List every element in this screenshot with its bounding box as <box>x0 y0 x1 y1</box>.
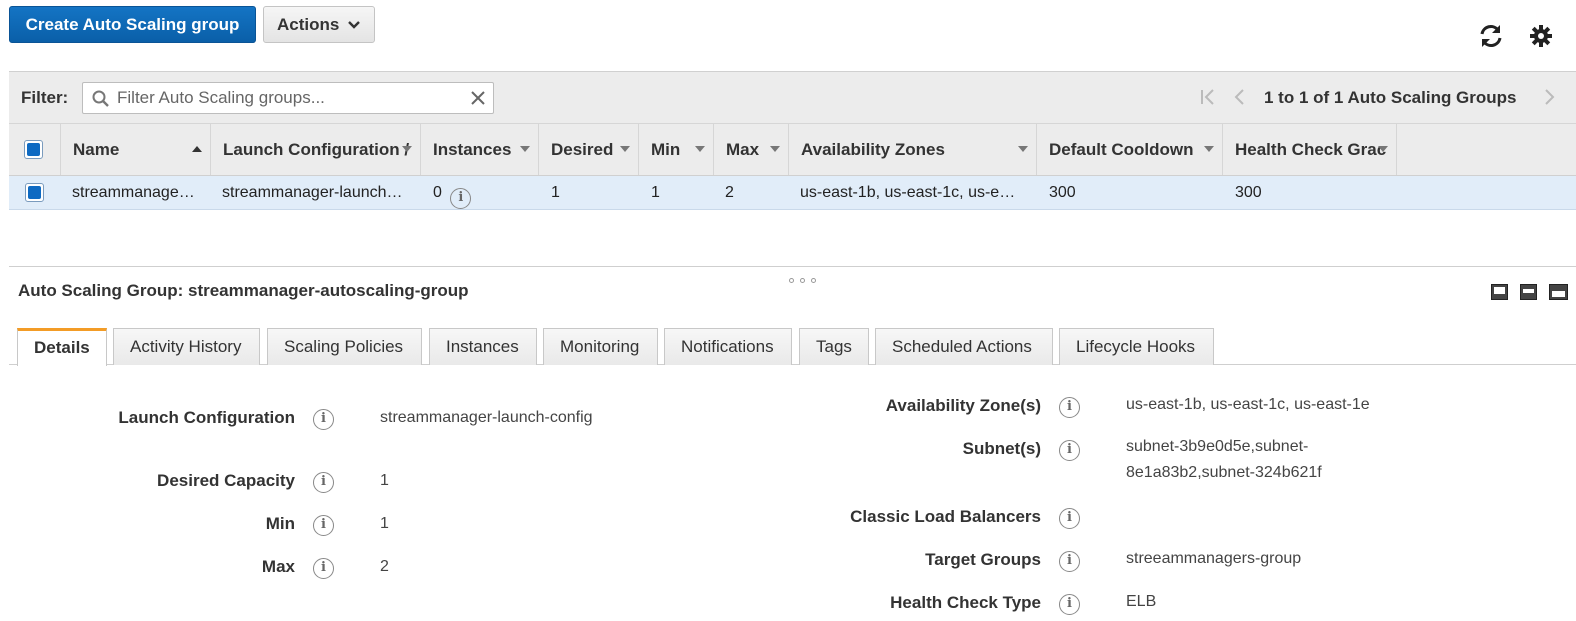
label-health-check-type: Health Check Type <box>890 593 1041 612</box>
column-header-launch-configuration[interactable]: Launch Configuration / <box>211 124 421 175</box>
layout-bottom-icon[interactable] <box>1491 284 1508 300</box>
info-icon[interactable]: i <box>313 472 334 493</box>
pager-text: 1 to 1 of 1 Auto Scaling Groups <box>1264 88 1517 107</box>
info-icon[interactable]: i <box>1059 440 1080 461</box>
refresh-icon[interactable] <box>1477 22 1505 50</box>
gear-icon[interactable] <box>1529 24 1553 48</box>
label-target-groups: Target Groups <box>925 550 1041 569</box>
value-target-groups: streeammanagers-group <box>1126 550 1302 567</box>
sort-dropdown-icon <box>402 146 412 152</box>
sort-dropdown-icon <box>520 146 530 152</box>
tab-notifications[interactable]: Notifications <box>664 328 792 365</box>
label-subnets: Subnet(s) <box>962 439 1041 458</box>
label-max: Max <box>261 557 295 576</box>
panel-divider <box>9 266 1576 267</box>
label-desired-capacity: Desired Capacity <box>157 471 295 490</box>
detail-title: Auto Scaling Group: streammanager-autosc… <box>18 281 469 300</box>
prev-page-icon[interactable] <box>1233 87 1247 107</box>
cell-desired: 1 <box>551 184 560 201</box>
label-classic-load-balancers: Classic Load Balancers <box>850 507 1041 526</box>
label-launch-configuration: Launch Configuration <box>118 408 295 427</box>
value-availability-zones: us-east-1b, us-east-1c, us-east-1e <box>1126 396 1370 413</box>
cell-min: 1 <box>651 184 660 201</box>
info-icon[interactable]: i <box>1059 594 1080 615</box>
search-icon <box>92 90 109 107</box>
cell-launch-configuration: streammanager-launch… <box>222 184 403 201</box>
column-header-name[interactable]: Name <box>61 124 211 175</box>
column-header-instances[interactable]: Instances <box>421 124 539 175</box>
info-icon[interactable]: i <box>1059 397 1080 418</box>
table-row[interactable]: streammanage… streammanager-launch… 0 i … <box>9 176 1576 210</box>
info-icon[interactable]: i <box>313 515 334 536</box>
cell-availability-zones: us-east-1b, us-east-1c, us-e… <box>800 184 1016 201</box>
tab-activity-history[interactable]: Activity History <box>113 328 260 365</box>
cell-max: 2 <box>725 184 734 201</box>
filter-bar: Filter: 1 to 1 of 1 Auto Scaling Groups <box>9 71 1576 123</box>
value-health-check-type: ELB <box>1126 593 1157 610</box>
tab-details[interactable]: Details <box>17 328 107 366</box>
cell-health-check-grace: 300 <box>1235 184 1262 201</box>
layout-top-icon[interactable] <box>1549 284 1568 300</box>
select-all-checkbox[interactable] <box>24 140 43 159</box>
column-header-min[interactable]: Min <box>639 124 714 175</box>
tab-scheduled-actions[interactable]: Scheduled Actions <box>875 328 1053 365</box>
next-page-icon[interactable] <box>1542 87 1556 107</box>
info-icon[interactable]: i <box>313 558 334 579</box>
table-header: Name Launch Configuration / Instances De… <box>9 123 1576 176</box>
value-min: 1 <box>380 515 389 532</box>
clear-icon[interactable] <box>470 90 486 106</box>
label-availability-zones: Availability Zone(s) <box>885 396 1041 415</box>
resize-handle[interactable] <box>789 270 823 283</box>
column-header-availability-zones[interactable]: Availability Zones <box>789 124 1037 175</box>
info-icon[interactable]: i <box>450 188 472 209</box>
chevron-down-icon <box>348 21 360 29</box>
info-icon[interactable]: i <box>1059 551 1080 572</box>
column-header-default-cooldown[interactable]: Default Cooldown <box>1037 124 1223 175</box>
sort-dropdown-icon <box>695 146 705 152</box>
select-all-cell <box>9 124 61 175</box>
info-icon[interactable]: i <box>313 409 334 430</box>
tab-tags[interactable]: Tags <box>799 328 869 365</box>
actions-dropdown-button[interactable]: Actions <box>263 6 375 43</box>
sort-dropdown-icon <box>1378 146 1388 152</box>
sort-dropdown-icon <box>770 146 780 152</box>
cell-instances: 0 i <box>433 176 533 209</box>
toolbar: Create Auto Scaling group Actions <box>0 0 1576 70</box>
tab-instances[interactable]: Instances <box>429 328 537 365</box>
row-checkbox[interactable] <box>25 183 44 202</box>
create-auto-scaling-group-button[interactable]: Create Auto Scaling group <box>9 6 256 43</box>
tab-lifecycle-hooks[interactable]: Lifecycle Hooks <box>1059 328 1214 365</box>
sort-asc-icon <box>192 146 202 152</box>
layout-split-icon[interactable] <box>1520 284 1537 300</box>
info-icon[interactable]: i <box>1059 508 1080 529</box>
tab-monitoring[interactable]: Monitoring <box>543 328 658 365</box>
sort-dropdown-icon <box>620 146 630 152</box>
label-min: Min <box>265 514 295 533</box>
column-header-health-check-grace[interactable]: Health Check Grac <box>1223 124 1397 175</box>
cell-name: streammanage… <box>72 184 195 201</box>
tab-scaling-policies[interactable]: Scaling Policies <box>267 328 422 365</box>
actions-label: Actions <box>277 15 340 34</box>
filter-box[interactable] <box>82 82 494 114</box>
value-launch-configuration: streammanager-launch-config <box>380 409 593 426</box>
sort-dropdown-icon <box>1018 146 1028 152</box>
sort-dropdown-icon <box>1204 146 1214 152</box>
column-header-max[interactable]: Max <box>714 124 789 175</box>
filter-input[interactable] <box>115 86 455 110</box>
value-desired-capacity: 1 <box>380 472 389 489</box>
value-subnets: subnet-3b9e0d5e,subnet-8e1a83b2,subnet-3… <box>1126 438 1322 481</box>
filter-label: Filter: <box>21 88 69 107</box>
cell-default-cooldown: 300 <box>1049 184 1076 201</box>
column-header-desired[interactable]: Desired <box>539 124 639 175</box>
value-max: 2 <box>380 558 389 575</box>
first-page-icon[interactable] <box>1199 87 1217 107</box>
